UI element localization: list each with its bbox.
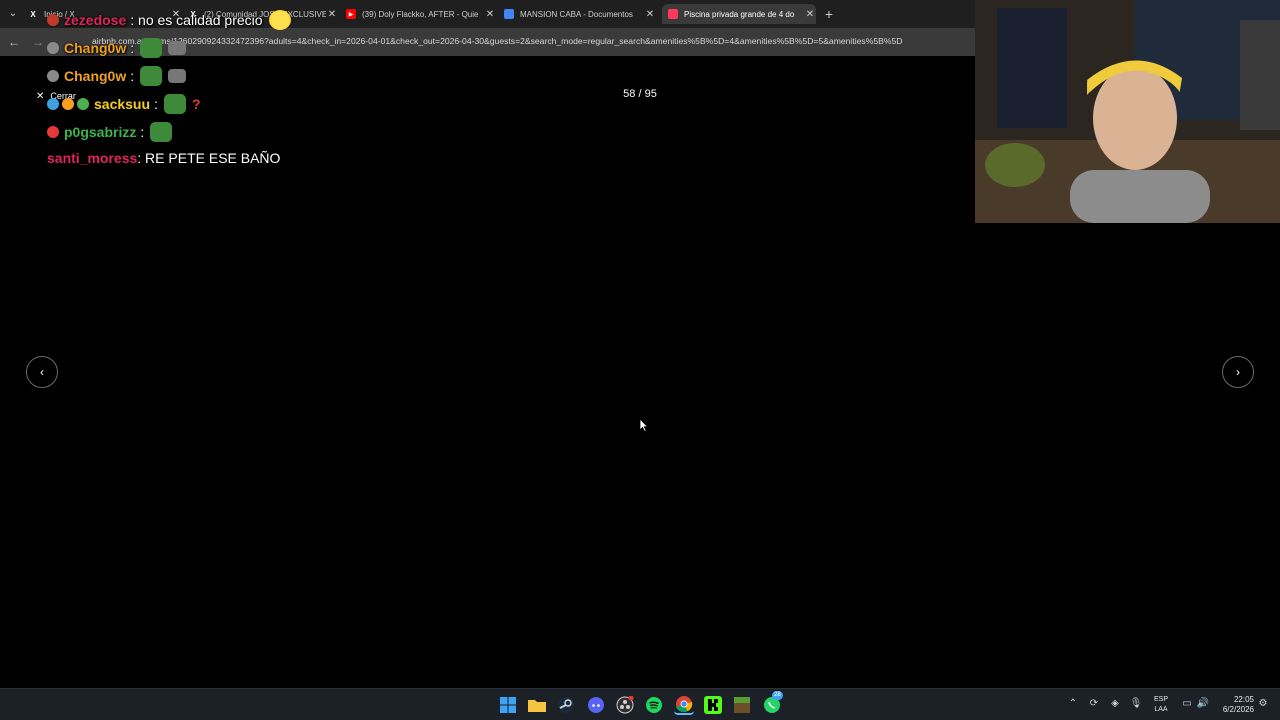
- new-tab-button[interactable]: +: [822, 5, 836, 23]
- language-code: ESP: [1153, 696, 1168, 703]
- chat-badge-icon: [62, 98, 74, 110]
- chat-message: santi_moress : RE PETE ESE BAÑO: [47, 150, 280, 166]
- chat-username: p0gsabrizz: [64, 124, 137, 140]
- microphone-icon[interactable]: 🎙: [1129, 697, 1143, 711]
- webcam-feed-image: [975, 0, 1280, 223]
- tab-label: (39) Doly Flackko, AFTER - Quie: [362, 9, 479, 19]
- tab-label: Piscina privada grande de 4 do: [684, 9, 795, 19]
- chevron-up-icon[interactable]: ⌃: [1066, 697, 1080, 711]
- chat-username: Chang0w: [64, 40, 127, 56]
- spotify-icon[interactable]: [644, 695, 664, 715]
- back-arrow-icon[interactable]: ←: [8, 34, 22, 50]
- notification-badge: 28: [772, 691, 783, 700]
- clock-date: 6/2/2026: [1222, 705, 1254, 714]
- airbnb-icon: [668, 9, 678, 19]
- chat-text: :: [140, 124, 145, 140]
- language-indicator[interactable]: ESP LAA: [1150, 695, 1172, 715]
- tab-airbnb-active[interactable]: Piscina privada grande de 4 do ✕: [662, 4, 816, 24]
- google-docs-icon: [504, 9, 514, 19]
- sun-face-emote-icon: [268, 10, 291, 30]
- chat-username: Chang0w: [64, 68, 127, 84]
- volume-icon[interactable]: 🔊: [1196, 697, 1210, 711]
- close-tab-icon[interactable]: ✕: [326, 9, 338, 20]
- chat-badge-icon: [47, 70, 59, 82]
- chat-text: : no es calidad precio: [130, 12, 263, 28]
- x-logo-icon: X: [30, 9, 36, 19]
- chat-message: Chang0w :: [47, 38, 187, 58]
- discord-icon[interactable]: [586, 695, 606, 715]
- chat-message: p0gsabrizz :: [47, 122, 173, 142]
- chat-username: santi_moress: [47, 150, 138, 166]
- youtube-icon: ▶: [346, 9, 356, 19]
- chat-username: sacksuu: [94, 96, 151, 112]
- windows-taskbar: 28 ⌃ ⟳ ◈ 🎙 ESP LAA ▭ 🔊 22:05 6/2/2026 ⚙: [0, 688, 1280, 720]
- minecraft-icon[interactable]: [732, 695, 752, 715]
- close-tab-icon[interactable]: ✕: [644, 9, 656, 20]
- shield-icon[interactable]: ◈: [1108, 697, 1122, 711]
- forward-arrow-icon[interactable]: →: [32, 34, 46, 50]
- question-mark-icon: ?: [191, 96, 201, 112]
- pepe-emote-icon: [140, 66, 163, 86]
- chat-username: zezedose: [64, 12, 127, 28]
- tab-label: MANSION CABA - Documentos: [520, 9, 633, 19]
- streamer-webcam: [975, 0, 1280, 223]
- next-photo-button[interactable]: ›: [1222, 356, 1254, 388]
- steam-icon[interactable]: [556, 695, 576, 715]
- tab-search-chevron-icon[interactable]: ⌄: [4, 5, 22, 23]
- url-field[interactable]: airbnb.com.ar/rooms/1260290924332472396?…: [92, 36, 976, 48]
- photo-counter: 58 / 95: [623, 88, 657, 100]
- clock-time: 22:05: [1233, 695, 1254, 704]
- chrome-icon[interactable]: [674, 695, 694, 715]
- chat-text: : RE PETE ESE BAÑO: [137, 150, 281, 166]
- smoke-emote-icon: [168, 41, 187, 55]
- kick-icon[interactable]: [703, 695, 723, 715]
- close-tab-icon[interactable]: ✕: [484, 9, 496, 20]
- chat-badge-icon: [77, 98, 89, 110]
- chat-message: sacksuu : ?: [47, 94, 201, 114]
- notification-bell-icon[interactable]: ⚙: [1256, 697, 1270, 711]
- chat-badge-icon: [47, 98, 59, 110]
- close-icon: ✕: [36, 90, 45, 102]
- mouse-cursor-icon: [639, 418, 649, 432]
- chat-badge-icon: [47, 126, 59, 138]
- tab-youtube[interactable]: ▶ (39) Doly Flackko, AFTER - Quie ✕: [346, 4, 496, 24]
- chat-text: :: [130, 68, 135, 84]
- network-icon[interactable]: ▭: [1180, 697, 1194, 711]
- sync-icon[interactable]: ⟳: [1087, 697, 1101, 711]
- system-clock[interactable]: 22:05 6/2/2026: [1212, 695, 1254, 715]
- pepe-emote-icon: [140, 38, 163, 58]
- previous-photo-button[interactable]: ‹: [26, 356, 58, 388]
- file-explorer-icon[interactable]: [527, 695, 547, 715]
- tab-google-docs[interactable]: MANSION CABA - Documentos ✕: [504, 4, 656, 24]
- chevron-right-icon: ›: [1236, 365, 1240, 379]
- windows-start-icon[interactable]: [498, 695, 518, 715]
- chevron-left-icon: ‹: [40, 365, 44, 379]
- chat-message: Chang0w :: [47, 66, 187, 86]
- close-tab-icon[interactable]: ✕: [804, 9, 816, 20]
- chat-badge-icon: [47, 42, 59, 54]
- chat-message: zezedose : no es calidad precio: [47, 10, 291, 30]
- smoke-emote-icon: [168, 69, 187, 83]
- chat-text: :: [130, 40, 135, 56]
- language-layout: LAA: [1154, 706, 1168, 713]
- obs-icon[interactable]: [615, 695, 635, 715]
- whatsapp-icon[interactable]: 28: [762, 691, 783, 715]
- chat-text: :: [154, 96, 158, 112]
- pepe-emote-icon: [150, 122, 173, 142]
- pepe-emote-icon: [163, 94, 186, 114]
- chat-badge-icon: [47, 14, 59, 26]
